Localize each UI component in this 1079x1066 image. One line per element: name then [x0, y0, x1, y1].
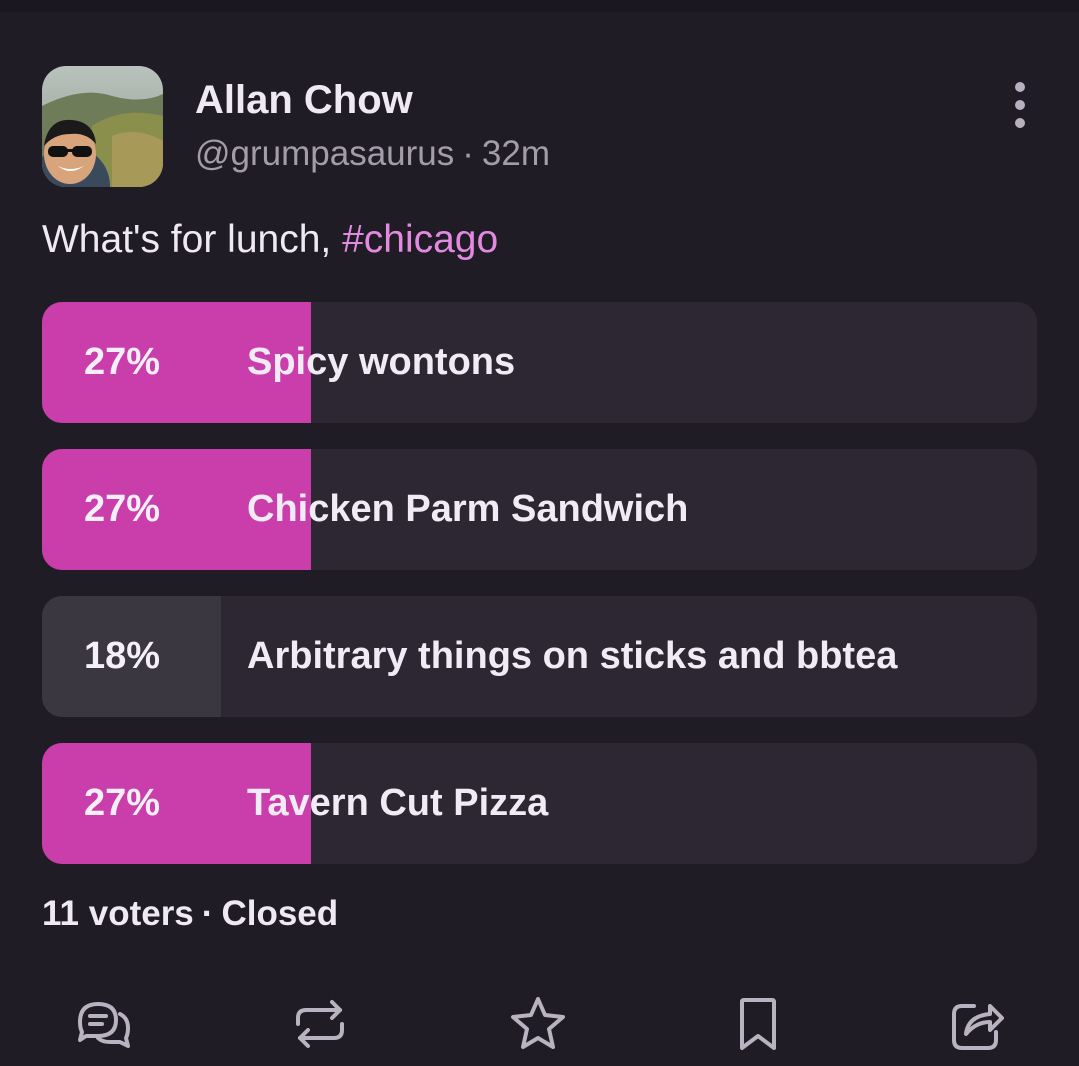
- handle-line: @grumpasaurus · 32m: [195, 134, 550, 174]
- bookmark-icon: [740, 998, 776, 1050]
- poll-option: 27% Tavern Cut Pizza: [42, 743, 1037, 864]
- separator: ·: [462, 134, 474, 173]
- poll-option: 18% Arbitrary things on sticks and bbtea: [42, 596, 1037, 717]
- poll-option-percent: 18%: [84, 635, 161, 677]
- separator: ·: [201, 894, 214, 933]
- favourite-button[interactable]: [506, 992, 570, 1056]
- poll-option-label: Tavern Cut Pizza: [247, 782, 549, 824]
- share-button[interactable]: [946, 992, 1010, 1056]
- more-vert-icon: [1015, 82, 1025, 92]
- status-card[interactable]: Allan Chow @grumpasaurus · 32m What's for …: [0, 12, 1079, 1066]
- bookmark-button[interactable]: [726, 992, 790, 1056]
- avatar[interactable]: [42, 66, 163, 187]
- more-vert-icon-dot: [1015, 118, 1025, 128]
- more-vert-icon-dot: [1015, 100, 1025, 110]
- poll-footer: 11 voters · Closed: [42, 894, 338, 934]
- hashtag-link[interactable]: #chicago: [342, 218, 498, 261]
- display-name[interactable]: Allan Chow: [195, 78, 413, 123]
- timestamp[interactable]: 32m: [482, 134, 550, 173]
- favourite-icon: [511, 997, 565, 1049]
- poll-voter-count: 11 voters: [42, 894, 194, 933]
- status-content: What's for lunch, #chicago: [42, 218, 498, 262]
- poll-option-label: Chicken Parm Sandwich: [247, 488, 689, 530]
- boost-button[interactable]: [288, 992, 352, 1056]
- top-edge: [0, 0, 1079, 12]
- poll-status: Closed: [221, 894, 339, 933]
- share-icon: [952, 1004, 1004, 1050]
- poll-option-percent: 27%: [84, 782, 161, 824]
- handle[interactable]: @grumpasaurus: [195, 134, 454, 173]
- reply-button[interactable]: [72, 992, 136, 1056]
- action-bar: [0, 992, 1079, 1062]
- boost-icon: [296, 1000, 344, 1048]
- poll-option-label: Arbitrary things on sticks and bbtea: [247, 635, 898, 677]
- poll-option-label: Spicy wontons: [247, 341, 516, 383]
- poll-option: 27% Chicken Parm Sandwich: [42, 449, 1037, 570]
- reply-icon: [78, 1002, 130, 1048]
- status-body-text: What's for lunch,: [42, 218, 343, 261]
- poll-option-percent: 27%: [84, 341, 161, 383]
- poll-option-percent: 27%: [84, 488, 161, 530]
- more-options-button[interactable]: [1004, 80, 1036, 130]
- poll-option: 27% Spicy wontons: [42, 302, 1037, 423]
